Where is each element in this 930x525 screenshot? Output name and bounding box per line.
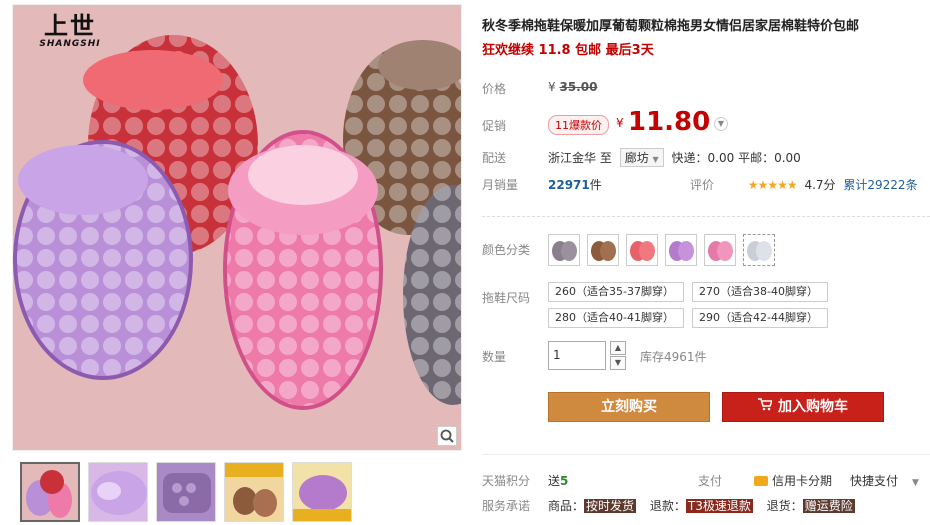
service-goods-tag[interactable]: 按时发货 [584, 499, 637, 513]
quantity-increase-icon[interactable]: ▲ [610, 341, 626, 355]
shipping-express: 快递：0.00 [671, 151, 735, 165]
chevron-down-icon: ▼ [912, 478, 919, 488]
size-option-290[interactable]: 290（适合42-44脚穿） [692, 308, 828, 328]
size-options: 260（适合35-37脚穿） 270（适合38-40脚穿） 280（适合40-4… [548, 282, 828, 328]
service-promises: 商品： 按时发货 退款： T3极速退款 退货： 赠运费险 [548, 497, 855, 514]
size-option-280[interactable]: 280（适合40-41脚穿） [548, 308, 684, 328]
points-value: 送5 [548, 472, 568, 489]
brand-logo-cn: 上世 [44, 11, 96, 40]
services-label: 服务承诺 [482, 499, 531, 513]
buy-now-button[interactable]: 立刻购买 [548, 392, 710, 422]
shipping-label: 配送 [482, 151, 507, 165]
divider [482, 454, 930, 455]
add-to-cart-label: 加入购物车 [778, 399, 848, 415]
points-prefix: 送 [548, 474, 561, 488]
shipping-to: 至 [599, 151, 612, 165]
quick-pay-label: 快捷支付 [850, 474, 899, 488]
credit-card-installment[interactable]: 信用卡分期 [754, 472, 832, 489]
main-product-image[interactable]: 上世 SHANGSHI [12, 4, 462, 451]
shipping-info: 浙江金华 至 廊坊 ▼ 快递：0.00 平邮：0.00 [548, 148, 801, 167]
rating-label: 评价 [690, 178, 715, 192]
slippers-illustration [13, 5, 461, 450]
original-price-value: 35.00 [559, 80, 598, 94]
zoom-icon[interactable] [437, 426, 457, 446]
sales-count: 22971 [548, 178, 590, 192]
promo-currency: ¥ [616, 116, 624, 130]
original-price: ¥ 35.00 [548, 80, 597, 94]
thumbnail-5[interactable] [292, 462, 352, 522]
review-count-link[interactable]: 累计29222条 [843, 178, 917, 192]
shipping-mail: 平邮：0.00 [738, 151, 801, 165]
color-swatches [548, 234, 775, 266]
color-swatch-1[interactable] [548, 234, 580, 266]
service-return-tag[interactable]: 赠运费险 [802, 499, 855, 513]
thumbnail-3[interactable] [156, 462, 216, 522]
promo-badge: 11爆款价 [548, 115, 609, 135]
payment-label: 支付 [698, 474, 723, 488]
shipping-origin: 浙江金华 [548, 151, 597, 165]
brand-logo-en: SHANGSHI [39, 39, 101, 49]
stock-count: 库存4961件 [640, 350, 707, 364]
price-label: 价格 [482, 82, 507, 96]
thumbnail-pointer-icon [48, 462, 58, 464]
quantity-input[interactable]: 1 [548, 341, 606, 370]
service-refund-label: 退款： [649, 499, 686, 513]
product-subtitle: 狂欢继续 11.8 包邮 最后3天 [482, 43, 654, 58]
cart-icon [758, 393, 774, 421]
rating-score: 4.7分 [804, 178, 836, 192]
shipping-destination: 廊坊 [624, 151, 649, 165]
points-label: 天猫积分 [482, 474, 531, 488]
service-return-label: 退货： [766, 499, 803, 513]
thumbnail-strip [20, 462, 352, 522]
promo-price: 11.80 [628, 107, 711, 137]
divider [482, 216, 930, 217]
chevron-down-icon: ▼ [652, 155, 659, 164]
chevron-down-icon[interactable]: ▼ [714, 117, 728, 131]
promo-label: 促销 [482, 119, 507, 133]
monthly-sales: 22971件 [548, 176, 602, 193]
quick-pay[interactable]: 快捷支付 ▼ [850, 472, 919, 489]
sales-unit: 件 [589, 178, 602, 192]
product-title: 秋冬季棉拖鞋保暖加厚葡萄颗粒棉拖男女情侣居家居棉鞋特价包邮 [482, 19, 860, 34]
brand-logo: 上世 SHANGSHI [25, 11, 115, 50]
add-to-cart-button[interactable]: 加入购物车 [722, 392, 884, 422]
points-number: 5 [560, 474, 569, 488]
color-swatch-3[interactable] [626, 234, 658, 266]
star-rating-icon: ★★★★★ [747, 178, 798, 192]
color-swatch-5[interactable] [704, 234, 736, 266]
size-label: 拖鞋尺码 [482, 291, 531, 305]
service-goods-label: 商品： [548, 499, 585, 513]
color-label: 颜色分类 [482, 243, 531, 257]
size-option-270[interactable]: 270（适合38-40脚穿） [692, 282, 828, 302]
credit-card-icon [754, 476, 768, 486]
thumbnail-1[interactable] [20, 462, 80, 522]
size-option-260[interactable]: 260（适合35-37脚穿） [548, 282, 684, 302]
rating-summary: 评价 ★★★★★ 4.7分 累计29222条 [690, 176, 918, 193]
quantity-decrease-icon[interactable]: ▼ [610, 356, 626, 370]
original-price-currency: ¥ [548, 80, 556, 94]
credit-card-label: 信用卡分期 [772, 474, 833, 488]
thumbnail-4[interactable] [224, 462, 284, 522]
service-refund-tag[interactable]: T3极速退款 [685, 499, 753, 513]
product-gallery: 上世 SHANGSHI [0, 0, 462, 525]
color-swatch-2[interactable] [587, 234, 619, 266]
color-swatch-6[interactable] [743, 234, 775, 266]
sales-label: 月销量 [482, 178, 519, 192]
thumbnail-2[interactable] [88, 462, 148, 522]
color-swatch-4[interactable] [665, 234, 697, 266]
shipping-destination-select[interactable]: 廊坊 ▼ [619, 148, 664, 167]
quantity-label: 数量 [482, 350, 507, 364]
